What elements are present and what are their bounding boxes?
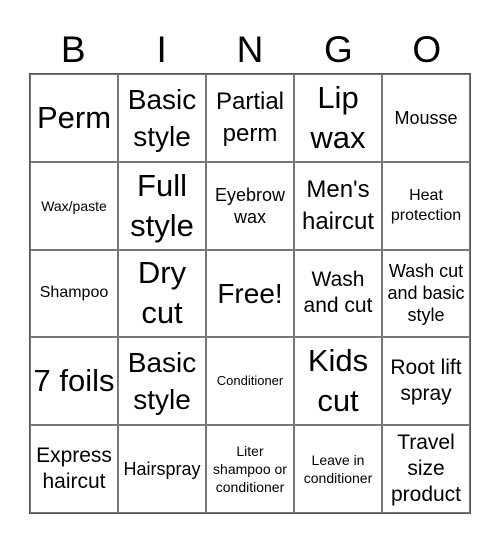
bingo-cell[interactable]: Leave in conditioner (294, 425, 382, 513)
bingo-cell[interactable]: Hairspray (118, 425, 206, 513)
header-letter-i: I (156, 29, 167, 70)
bingo-cell[interactable]: Full style (118, 161, 206, 250)
bingo-cell[interactable]: Express haircut (30, 425, 118, 513)
bingo-cell[interactable]: Kids cut (294, 337, 382, 426)
bingo-cell[interactable]: Shampoo (30, 249, 118, 338)
bingo-cell[interactable]: Mousse (382, 74, 470, 162)
free-space-cell[interactable]: Free! (206, 249, 294, 338)
bingo-cell[interactable]: Travel size product (382, 425, 470, 513)
bingo-cell[interactable]: 7 foils (30, 337, 118, 426)
bingo-cell[interactable]: Men's haircut (294, 161, 382, 250)
header-letter-o: O (412, 29, 442, 70)
bingo-cell[interactable]: Wax/paste (30, 161, 118, 250)
bingo-cell[interactable]: Liter shampoo or conditioner (206, 425, 294, 513)
bingo-cell[interactable]: Basic style (118, 74, 206, 162)
header-letter-n: N (236, 29, 264, 70)
bingo-cell[interactable]: Root lift spray (382, 337, 470, 426)
header-letter-g: G (323, 29, 353, 70)
bingo-cell[interactable]: Dry cut (118, 249, 206, 338)
bingo-cell[interactable]: Basic style (118, 337, 206, 426)
header-letter-b: B (60, 29, 86, 70)
bingo-cell[interactable]: Lip wax (294, 74, 382, 162)
bingo-cell[interactable]: Eyebrow wax (206, 161, 294, 250)
bingo-cell[interactable]: Wash cut and basic style (382, 249, 470, 338)
bingo-grid: Perm Basic style Partial perm Lip wax Mo… (29, 73, 471, 514)
bingo-cell[interactable]: Perm (30, 74, 118, 162)
bingo-cell[interactable]: Partial perm (206, 74, 294, 162)
bingo-header: B I N G O (29, 28, 471, 72)
bingo-cell[interactable]: Wash and cut (294, 249, 382, 338)
bingo-cell[interactable]: Conditioner (206, 337, 294, 426)
bingo-cell[interactable]: Heat protection (382, 161, 470, 250)
